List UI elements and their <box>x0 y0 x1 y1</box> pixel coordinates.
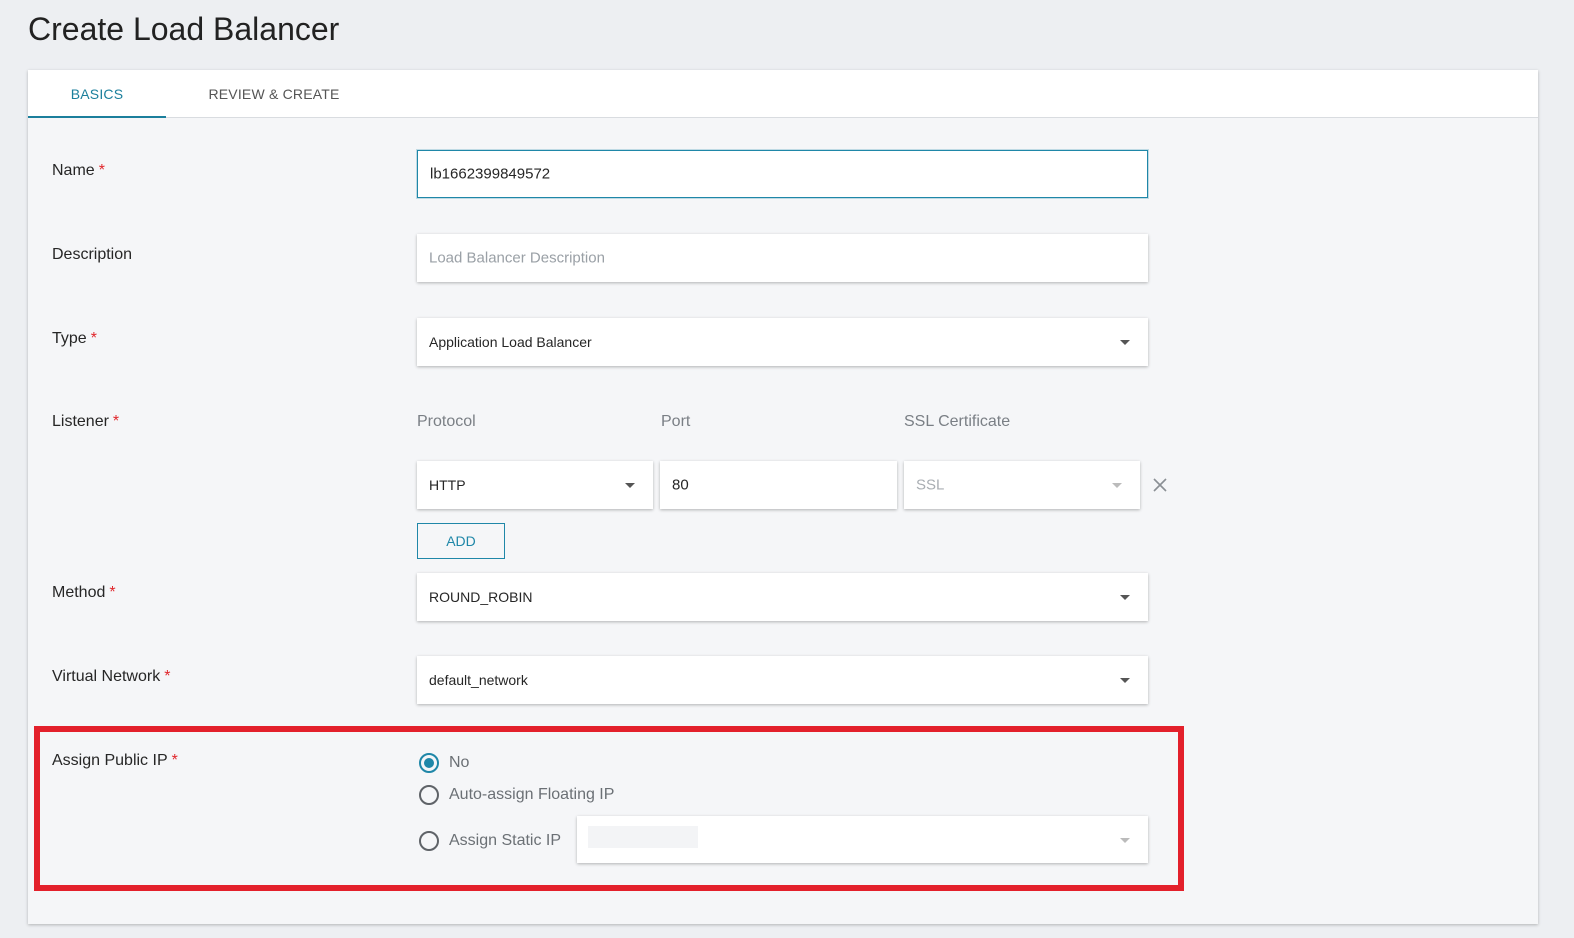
listener-label-text: Listener <box>52 413 109 430</box>
ssl-select[interactable]: SSL <box>904 461 1140 509</box>
tab-review-create[interactable]: REVIEW & CREATE <box>166 70 382 118</box>
type-label-text: Type <box>52 330 87 347</box>
type-label: Type * <box>52 330 97 348</box>
chevron-down-icon <box>1120 678 1130 683</box>
name-input-value: lb1662399849572 <box>430 165 551 183</box>
type-select-value: Application Load Balancer <box>429 334 592 350</box>
page-title: Create Load Balancer <box>28 11 340 47</box>
tab-bar: BASICS REVIEW & CREATE <box>28 70 1538 118</box>
type-select[interactable]: Application Load Balancer <box>417 318 1148 366</box>
description-placeholder: Load Balancer Description <box>429 249 605 267</box>
chevron-down-icon <box>1112 483 1122 488</box>
name-label: Name * <box>52 162 105 180</box>
chevron-down-icon <box>1120 595 1130 600</box>
network-label: Virtual Network * <box>52 668 170 686</box>
description-label: Description <box>52 246 132 264</box>
method-select[interactable]: ROUND_ROBIN <box>417 573 1148 621</box>
protocol-select-value: HTTP <box>429 477 466 493</box>
network-label-text: Virtual Network <box>52 668 161 685</box>
method-label-text: Method <box>52 584 106 601</box>
port-column-header: Port <box>661 413 691 430</box>
network-select[interactable]: default_network <box>417 656 1148 704</box>
name-label-text: Name <box>52 162 95 179</box>
port-input[interactable]: 80 <box>660 461 897 509</box>
name-input[interactable]: lb1662399849572 <box>417 150 1148 198</box>
ssl-select-placeholder: SSL <box>916 476 945 494</box>
required-marker: * <box>109 584 116 601</box>
listener-label: Listener * <box>52 413 119 431</box>
network-select-value: default_network <box>429 672 528 688</box>
description-label-text: Description <box>52 246 133 263</box>
close-icon[interactable] <box>1151 476 1169 494</box>
required-marker: * <box>90 330 97 347</box>
ssl-column-header: SSL Certificate <box>904 413 1011 430</box>
required-marker: * <box>164 668 171 685</box>
method-label: Method * <box>52 584 116 602</box>
chevron-down-icon <box>625 483 635 488</box>
port-input-value: 80 <box>672 476 689 494</box>
required-marker: * <box>98 162 105 179</box>
protocol-select[interactable]: HTTP <box>417 461 653 509</box>
description-input[interactable]: Load Balancer Description <box>417 234 1148 282</box>
tab-basics[interactable]: BASICS <box>28 70 166 118</box>
method-select-value: ROUND_ROBIN <box>429 589 533 605</box>
highlight-annotation-box <box>34 726 1184 891</box>
chevron-down-icon <box>1120 340 1130 345</box>
add-listener-button[interactable]: ADD <box>417 523 505 559</box>
protocol-column-header: Protocol <box>417 413 476 430</box>
required-marker: * <box>112 413 120 430</box>
